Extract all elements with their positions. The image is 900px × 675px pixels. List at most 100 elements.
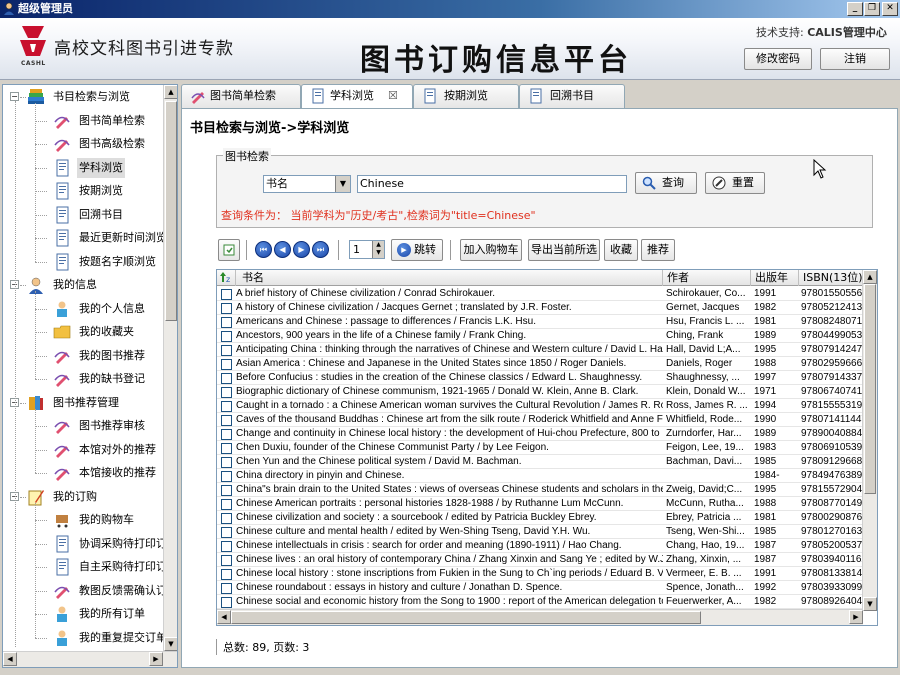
tab-subject-browse[interactable]: 学科浏览 ☒	[301, 84, 413, 109]
scroll-down-arrow-icon[interactable]: ▼	[164, 637, 177, 651]
add-to-cart-button[interactable]: 加入购物车	[460, 239, 522, 261]
scroll-right-arrow-icon[interactable]: ▶	[149, 652, 163, 666]
export-selected-button[interactable]: 导出当前所选	[528, 239, 600, 261]
tree-item[interactable]: 教图反馈需确认订	[3, 581, 167, 601]
minimize-button[interactable]: _	[847, 2, 863, 16]
row-checkbox[interactable]	[221, 555, 232, 566]
tree-item[interactable]: 协调采购待打印订	[3, 534, 167, 554]
row-checkbox[interactable]	[221, 583, 232, 594]
table-row[interactable]: Chen Duxiu, founder of the Chinese Commu…	[217, 441, 863, 455]
tree-item[interactable]: 我的重复提交订单	[3, 628, 167, 648]
tree-item[interactable]: 回溯书目	[3, 205, 163, 225]
logout-button[interactable]: 注销	[820, 48, 890, 70]
table-row[interactable]: Caves of the thousand Buddhas : Chinese …	[217, 413, 863, 427]
row-checkbox[interactable]	[221, 401, 232, 412]
row-checkbox[interactable]	[221, 331, 232, 342]
scroll-thumb[interactable]	[864, 284, 876, 494]
tree-item[interactable]: 我的缺书登记	[3, 369, 163, 389]
previous-page-icon[interactable]: ◀	[274, 241, 291, 258]
table-row[interactable]: Chinese intellectuals in crisis : search…	[217, 539, 863, 553]
row-checkbox[interactable]	[221, 317, 232, 328]
close-tab-icon[interactable]: ☒	[388, 85, 398, 107]
column-header-year[interactable]: 出版年	[751, 270, 799, 286]
row-checkbox[interactable]	[221, 345, 232, 356]
row-checkbox[interactable]	[221, 373, 232, 384]
column-header-title[interactable]: 书名	[236, 270, 663, 286]
row-checkbox[interactable]	[221, 289, 232, 300]
row-checkbox[interactable]	[221, 359, 232, 370]
scroll-right-arrow-icon[interactable]: ▶	[849, 610, 863, 624]
column-header-isbn[interactable]: ISBN(13位)	[799, 270, 863, 286]
table-row[interactable]: Chinese roundabout : essays in history a…	[217, 581, 863, 595]
table-row[interactable]: China"s brain drain to the United States…	[217, 483, 863, 497]
row-checkbox[interactable]	[221, 471, 232, 482]
table-row[interactable]: Biographic dictionary of Chinese communi…	[217, 385, 863, 399]
column-header-author[interactable]: 作者	[663, 270, 751, 286]
recommend-button[interactable]: 推荐	[641, 239, 675, 261]
tree-item[interactable]: 本馆接收的推荐	[3, 463, 163, 483]
tree-item[interactable]: 我的图书推荐	[3, 346, 163, 366]
row-checkbox[interactable]	[221, 429, 232, 440]
grid-vertical-scrollbar[interactable]: ▲ ▼	[862, 270, 877, 611]
scroll-thumb[interactable]	[231, 611, 701, 624]
row-checkbox[interactable]	[221, 415, 232, 426]
tree-item[interactable]: 图书简单检索	[3, 111, 163, 131]
jump-button[interactable]: ▶ 跳转	[391, 239, 443, 261]
table-row[interactable]: A brief history of Chinese civilization …	[217, 287, 863, 301]
next-page-icon[interactable]: ▶	[293, 241, 310, 258]
table-row[interactable]: Asian America : Chinese and Japanese in …	[217, 357, 863, 371]
tree-group-0[interactable]: − 书目检索与浏览	[3, 87, 163, 107]
tree-item[interactable]: 最近更新时间浏览	[3, 228, 167, 248]
tree-group-2[interactable]: − 图书推荐管理	[3, 393, 163, 413]
table-row[interactable]: Caught in a tornado : a Chinese American…	[217, 399, 863, 413]
last-page-icon[interactable]: ⏭	[312, 241, 329, 258]
row-checkbox[interactable]	[221, 527, 232, 538]
table-row[interactable]: China directory in pinyin and Chinese. 19…	[217, 469, 863, 483]
table-row[interactable]: Chen Yun and the Chinese political syste…	[217, 455, 863, 469]
tree-item[interactable]: 图书高级检索	[3, 134, 163, 154]
row-checkbox[interactable]	[221, 499, 232, 510]
change-password-button[interactable]: 修改密码	[744, 48, 812, 70]
table-row[interactable]: Chinese lives : an oral history of conte…	[217, 553, 863, 567]
table-row[interactable]: Chinese civilization and society : a sou…	[217, 511, 863, 525]
row-checkbox[interactable]	[221, 485, 232, 496]
table-row[interactable]: A history of Chinese civilization / Jacq…	[217, 301, 863, 315]
row-checkbox[interactable]	[221, 569, 232, 580]
tree-item[interactable]: 本馆对外的推荐	[3, 440, 163, 460]
tree-item[interactable]: 按题名字顺浏览	[3, 252, 163, 272]
page-spinner[interactable]: ▲ ▼	[372, 241, 384, 258]
favorite-button[interactable]: 收藏	[604, 239, 638, 261]
tree-item[interactable]: 我的收藏夹	[3, 322, 163, 342]
scroll-down-arrow-icon[interactable]: ▼	[863, 597, 877, 611]
page-number-input[interactable]: 1 ▲ ▼	[349, 240, 385, 259]
row-checkbox[interactable]	[221, 387, 232, 398]
table-row[interactable]: Before Confucius : studies in the creati…	[217, 371, 863, 385]
first-page-icon[interactable]: ⏮	[255, 241, 272, 258]
tree-item[interactable]: 按期浏览	[3, 181, 163, 201]
tree-item[interactable]: 我的购物车	[3, 510, 163, 530]
table-row[interactable]: Ancestors, 900 years in the life of a Ch…	[217, 329, 863, 343]
scroll-left-arrow-icon[interactable]: ◀	[3, 652, 17, 666]
row-checkbox[interactable]	[221, 597, 232, 608]
tree-group-1[interactable]: − 我的信息	[3, 275, 163, 295]
refresh-button[interactable]	[218, 239, 240, 261]
tree-item[interactable]: 学科浏览	[3, 157, 163, 178]
scroll-thumb[interactable]	[165, 101, 177, 321]
grid-horizontal-scrollbar[interactable]: ◀ ▶	[217, 609, 863, 625]
tab-period-browse[interactable]: 按期浏览	[413, 84, 519, 108]
query-button[interactable]: 查询	[635, 172, 697, 194]
row-checkbox[interactable]	[221, 541, 232, 552]
tree-horizontal-scrollbar[interactable]: ◀ ▶	[3, 651, 177, 667]
scroll-up-arrow-icon[interactable]: ▲	[164, 85, 177, 99]
table-row[interactable]: Chinese American portraits : personal hi…	[217, 497, 863, 511]
sort-icon[interactable]: z	[217, 270, 236, 286]
table-row[interactable]: Americans and Chinese : passage to diffe…	[217, 315, 863, 329]
search-input[interactable]: Chinese	[357, 175, 627, 193]
scroll-left-arrow-icon[interactable]: ◀	[217, 610, 231, 624]
row-checkbox[interactable]	[221, 303, 232, 314]
tree-item[interactable]: 我的所有订单	[3, 604, 163, 624]
search-field-select[interactable]: 书名 ▼	[263, 175, 351, 193]
table-row[interactable]: Anticipating China : thinking through th…	[217, 343, 863, 357]
tree-group-3[interactable]: − 我的订购	[3, 487, 163, 507]
row-checkbox[interactable]	[221, 443, 232, 454]
